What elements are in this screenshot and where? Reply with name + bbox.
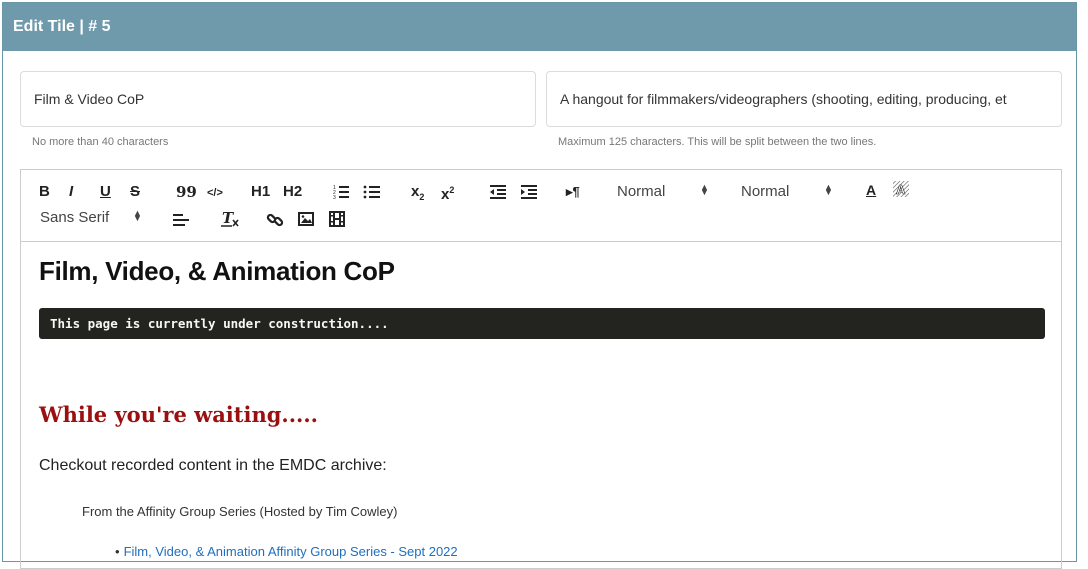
editor-toolbar: B I U S 99 </> H1 H2 123 x2 x2 ▸¶ Normal… (21, 170, 1061, 242)
indent-icon[interactable] (520, 184, 538, 200)
size-picker-label: Normal (741, 183, 790, 200)
content-heading: Film, Video, & Animation CoP (39, 256, 395, 286)
content-subheading: While you're waiting..... (39, 402, 318, 427)
clear-format-icon[interactable]: T (220, 210, 240, 228)
list-item: • Film, Video, & Animation Affinity Group… (115, 544, 458, 559)
image-icon[interactable] (298, 212, 314, 226)
background-color-icon[interactable]: A (892, 180, 910, 198)
description-input[interactable] (558, 72, 1050, 126)
text-direction-button[interactable]: ▸¶ (566, 182, 580, 202)
font-picker-label: Sans Serif (40, 209, 110, 226)
bullet-list-icon[interactable] (363, 184, 381, 200)
series-line: From the Affinity Group Series (Hosted b… (82, 504, 398, 519)
svg-text:3: 3 (333, 195, 336, 200)
content-paragraph: Checkout recorded content in the EMDC ar… (39, 457, 387, 474)
code-block: This page is currently under constructio… (39, 308, 1045, 339)
h2-button[interactable]: H2 (283, 182, 302, 202)
ordered-list-icon[interactable]: 123 (332, 184, 350, 200)
h1-button[interactable]: H1 (251, 182, 270, 202)
edit-tile-modal: Edit Tile | # 5 No more than 40 characte… (2, 2, 1077, 569)
superscript-button[interactable]: x2 (441, 180, 454, 205)
modal-title: Edit Tile | # 5 (3, 3, 1076, 51)
header-picker-label: Normal (617, 183, 666, 200)
chevron-updown-icon: ▲ ▼ (700, 182, 709, 197)
archive-link[interactable]: Film, Video, & Animation Affinity Group … (124, 544, 458, 559)
title-input[interactable] (32, 72, 524, 126)
description-field[interactable] (546, 71, 1062, 127)
link-icon[interactable] (266, 211, 284, 229)
align-left-icon[interactable] (172, 212, 190, 228)
blockquote-button[interactable]: 99 (176, 182, 197, 202)
title-field[interactable] (20, 71, 536, 127)
svg-text:T: T (222, 210, 235, 227)
title-hint: No more than 40 characters (32, 136, 169, 148)
strike-button[interactable]: S (130, 182, 140, 202)
font-color-button[interactable]: A (866, 180, 876, 200)
rich-text-editor: B I U S 99 </> H1 H2 123 x2 x2 ▸¶ Normal… (20, 169, 1062, 569)
italic-button[interactable]: I (69, 182, 73, 202)
bold-button[interactable]: B (39, 182, 50, 202)
description-hint: Maximum 125 characters. This will be spl… (558, 136, 877, 148)
size-picker[interactable]: Normal ▲ ▼ (741, 182, 841, 202)
chevron-updown-icon: ▲ ▼ (824, 182, 833, 197)
header-picker[interactable]: Normal ▲ ▼ (617, 182, 717, 202)
background-color-label: A (896, 182, 906, 197)
code-block-button[interactable]: </> (207, 183, 223, 203)
video-icon[interactable] (329, 211, 345, 227)
outdent-icon[interactable] (489, 184, 507, 200)
underline-button[interactable]: U (100, 182, 111, 202)
subscript-button[interactable]: x2 (411, 182, 424, 207)
chevron-updown-icon: ▲ ▼ (133, 208, 142, 223)
font-picker[interactable]: Sans Serif ▲ ▼ (40, 208, 150, 228)
bullet-icon: • (115, 544, 120, 559)
